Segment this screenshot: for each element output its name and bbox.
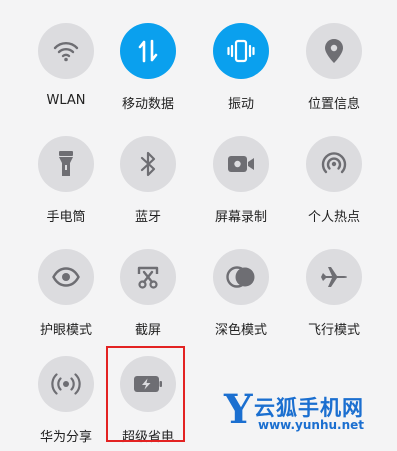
watermark-url: www.yunhu.net: [258, 418, 365, 432]
tile-screen-record[interactable]: 屏幕录制: [189, 136, 283, 246]
watermark-logo-letter: Y: [224, 386, 253, 433]
tile-screenshot[interactable]: 截屏: [96, 249, 190, 359]
tile-flashlight[interactable]: 手电筒: [14, 136, 108, 246]
tile-eye-comfort[interactable]: 护眼模式: [14, 249, 108, 359]
tile-flashlight-button[interactable]: [38, 136, 94, 192]
tile-hotspot-button[interactable]: [306, 136, 362, 192]
tile-screenshot-button[interactable]: [120, 249, 176, 305]
vibrate-icon: [227, 39, 255, 63]
wifi-icon: [53, 42, 79, 62]
dark-mode-icon: [226, 266, 255, 288]
screenshot-icon: [137, 266, 159, 289]
tile-location-button[interactable]: [306, 23, 362, 79]
tile-airplane-label: 飞行模式: [307, 323, 360, 338]
eye-icon: [52, 267, 80, 287]
tile-eye-comfort-button[interactable]: [38, 249, 94, 305]
tile-wlan[interactable]: WLAN: [14, 23, 108, 133]
tile-airplane-button[interactable]: [306, 249, 362, 305]
airplane-icon: [321, 267, 347, 287]
tile-huawei-share[interactable]: 华为分享: [14, 356, 108, 451]
tile-screen-record-button[interactable]: [213, 136, 269, 192]
bluetooth-icon: [140, 151, 156, 177]
highlight-frame: [106, 346, 185, 442]
tile-mobile-data[interactable]: 移动数据: [96, 23, 190, 133]
tile-location-label: 位置信息: [307, 97, 360, 112]
tile-wlan-button[interactable]: [38, 23, 94, 79]
tile-vibrate[interactable]: 振动: [189, 23, 283, 133]
tile-hotspot[interactable]: 个人热点: [282, 136, 376, 246]
tile-location[interactable]: 位置信息: [282, 23, 376, 133]
tile-airplane[interactable]: 飞行模式: [282, 249, 376, 359]
tile-bluetooth-label: 蓝牙: [134, 210, 161, 225]
location-pin-icon: [325, 39, 343, 63]
tile-bluetooth[interactable]: 蓝牙: [96, 136, 190, 246]
tile-dark-mode-button[interactable]: [213, 249, 269, 305]
quick-settings-panel: WLAN 移动数据 振动 位置信息 手电筒 蓝牙 屏幕录制 个人热点 护眼模式 …: [0, 0, 397, 451]
huawei-share-icon: [51, 373, 81, 395]
tile-screenshot-label: 截屏: [134, 323, 161, 338]
tile-huawei-share-button[interactable]: [38, 356, 94, 412]
flashlight-icon: [59, 151, 73, 176]
tile-hotspot-label: 个人热点: [307, 210, 360, 225]
tile-vibrate-label: 振动: [227, 97, 254, 112]
tile-vibrate-button[interactable]: [213, 23, 269, 79]
mobile-data-icon: [138, 39, 158, 63]
tile-bluetooth-button[interactable]: [120, 136, 176, 192]
tile-mobile-data-label: 移动数据: [121, 97, 174, 112]
screen-record-icon: [228, 156, 254, 172]
hotspot-icon: [321, 152, 347, 174]
tile-dark-mode-label: 深色模式: [214, 323, 267, 338]
tile-dark-mode[interactable]: 深色模式: [189, 249, 283, 359]
watermark: Y 云狐手机网 www.yunhu.net: [224, 388, 397, 440]
tile-screen-record-label: 屏幕录制: [214, 210, 267, 225]
tile-mobile-data-button[interactable]: [120, 23, 176, 79]
